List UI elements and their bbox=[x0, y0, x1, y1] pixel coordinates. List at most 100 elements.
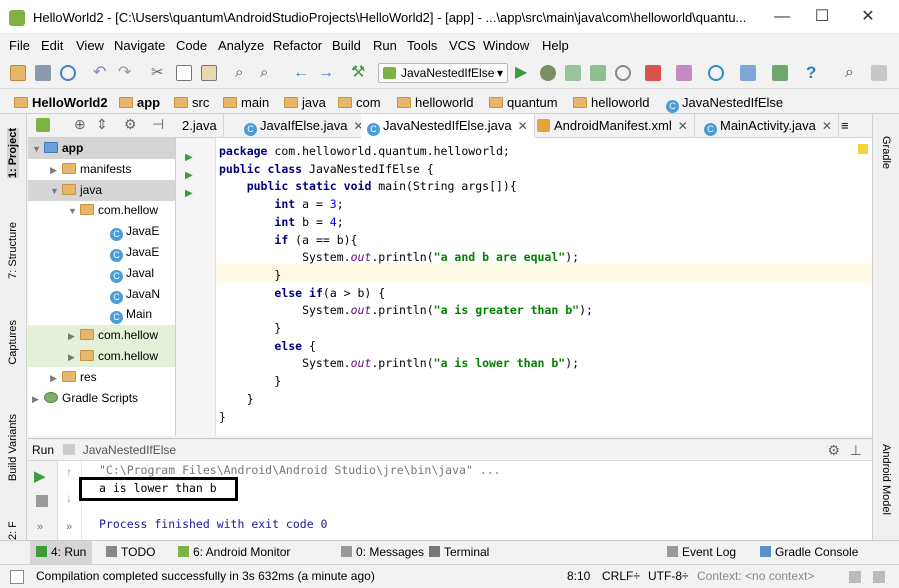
menu-view[interactable]: View bbox=[76, 38, 104, 53]
redo-icon[interactable]: ↷ bbox=[118, 65, 134, 81]
more-actions-icon[interactable]: » bbox=[37, 521, 43, 533]
project-tool-tab[interactable]: 1: Project bbox=[7, 128, 19, 179]
help-icon[interactable]: ? bbox=[806, 64, 822, 81]
hide-panel-icon[interactable]: ⊣ bbox=[152, 116, 164, 133]
run-icon[interactable]: ▶ bbox=[515, 65, 531, 81]
android-view-icon[interactable] bbox=[36, 118, 50, 132]
menu-edit[interactable]: Edit bbox=[41, 38, 63, 53]
make-project-icon[interactable]: ⚒ bbox=[351, 65, 367, 81]
search-everywhere-icon[interactable]: ⌕ bbox=[845, 65, 861, 81]
editor-tab[interactable]: C JavaIfElse.java ✕ bbox=[238, 114, 371, 138]
more-actions-icon[interactable]: » bbox=[66, 521, 72, 533]
editor-tab[interactable]: C MainActivity.java ✕ bbox=[698, 114, 839, 138]
tree-item[interactable]: ▶ res bbox=[28, 367, 175, 389]
tree-item[interactable]: C JavaN bbox=[28, 284, 175, 305]
apply-changes-icon[interactable] bbox=[590, 65, 606, 81]
build-variants-tool-tab[interactable]: Build Variants bbox=[7, 414, 19, 481]
close-tab-icon[interactable]: ✕ bbox=[518, 119, 528, 133]
gear-icon[interactable]: ⚙ bbox=[124, 116, 137, 133]
rerun-icon[interactable] bbox=[615, 65, 631, 81]
lock-icon[interactable] bbox=[849, 571, 861, 583]
menu-tools[interactable]: Tools bbox=[407, 38, 437, 53]
sdk-manager-icon[interactable] bbox=[772, 65, 788, 81]
tree-item[interactable]: ▶ com.hellow bbox=[28, 325, 175, 347]
status-icon[interactable] bbox=[10, 570, 24, 584]
menu-code[interactable]: Code bbox=[176, 38, 207, 53]
bottom-tool-tab[interactable]: TODO bbox=[106, 545, 155, 559]
code-editor[interactable]: ▶ ▶ ▶ package com.helloworld.quantum.hel… bbox=[176, 138, 872, 436]
forward-icon[interactable]: → bbox=[318, 65, 334, 81]
breadcrumb-item[interactable]: main bbox=[223, 95, 269, 110]
tree-item[interactable]: ▼ java bbox=[28, 179, 175, 201]
copy-icon[interactable] bbox=[176, 65, 192, 81]
inspection-status-icon[interactable] bbox=[858, 144, 868, 154]
breadcrumb-item[interactable]: com bbox=[338, 95, 381, 110]
bottom-tool-tab[interactable]: 0: Messages bbox=[341, 545, 424, 559]
expanded-arrow-icon[interactable]: ▼ bbox=[68, 201, 80, 222]
menu-analyze[interactable]: Analyze bbox=[218, 38, 264, 53]
bottom-tool-tab[interactable]: 4: Run bbox=[30, 541, 93, 564]
run-configuration-select[interactable]: JavaNestedIfElse ▾ bbox=[378, 63, 508, 83]
sync-icon[interactable] bbox=[60, 65, 76, 81]
sync-gradle-icon[interactable] bbox=[708, 65, 724, 81]
paste-icon[interactable] bbox=[201, 65, 217, 81]
close-tab-icon[interactable]: ✕ bbox=[678, 119, 688, 133]
rerun-icon[interactable]: ▶ bbox=[34, 467, 46, 485]
save-icon[interactable] bbox=[35, 65, 51, 81]
gear-icon[interactable]: ⚙ bbox=[827, 439, 840, 461]
breadcrumb-item[interactable]: quantum bbox=[489, 95, 558, 110]
breadcrumb-item[interactable]: C JavaNestedIfElse bbox=[666, 95, 783, 113]
structure-tool-tab[interactable]: 7: Structure bbox=[7, 222, 19, 279]
gradle-tool-tab[interactable]: Gradle bbox=[880, 136, 892, 169]
run-class-icon[interactable]: ▶ bbox=[185, 152, 193, 163]
back-icon[interactable]: ← bbox=[293, 65, 309, 81]
bottom-tool-tab[interactable]: Gradle Console bbox=[760, 545, 858, 559]
caret-position[interactable]: 8:10 bbox=[567, 569, 590, 583]
hector-icon[interactable] bbox=[873, 571, 885, 583]
maximize-button[interactable]: ☐ bbox=[799, 4, 845, 30]
tree-item[interactable]: ▶ manifests bbox=[28, 159, 175, 181]
cut-icon[interactable]: ✂ bbox=[151, 65, 167, 81]
tree-item[interactable]: ▼ app bbox=[28, 138, 175, 160]
file-encoding[interactable]: UTF-8÷ bbox=[648, 569, 689, 583]
tree-item[interactable]: C Main bbox=[28, 304, 175, 325]
tabs-overflow-icon[interactable]: ≡ bbox=[841, 118, 849, 133]
close-button[interactable]: ✕ bbox=[845, 4, 891, 30]
tree-item[interactable]: C JavaE bbox=[28, 242, 175, 263]
collapse-icon[interactable]: ⇕ bbox=[96, 116, 108, 133]
down-arrow-icon[interactable]: ↓ bbox=[66, 491, 72, 505]
open-folder-icon[interactable] bbox=[10, 65, 26, 81]
target-icon[interactable]: ⊕ bbox=[74, 116, 86, 133]
breadcrumb-item[interactable]: HelloWorld2 bbox=[14, 95, 108, 110]
bottom-tool-tab[interactable]: Event Log bbox=[667, 545, 736, 559]
favorites-tool-tab[interactable]: 2: Favorites bbox=[7, 522, 19, 540]
attach-debugger-icon[interactable] bbox=[565, 65, 581, 81]
collapsed-arrow-icon[interactable]: ▶ bbox=[50, 160, 62, 181]
debug-icon[interactable] bbox=[540, 65, 556, 81]
line-separator[interactable]: CRLF÷ bbox=[602, 569, 640, 583]
expanded-arrow-icon[interactable]: ▼ bbox=[32, 139, 44, 160]
menu-file[interactable]: File bbox=[9, 38, 30, 53]
run-main-icon[interactable]: ▶ bbox=[185, 188, 193, 199]
collapsed-arrow-icon[interactable]: ▶ bbox=[32, 389, 44, 410]
menu-vcs[interactable]: VCS bbox=[449, 38, 476, 53]
breadcrumb-item[interactable]: src bbox=[174, 95, 209, 110]
breadcrumb-item[interactable]: helloworld bbox=[573, 95, 650, 110]
tree-item[interactable]: ▶ com.hellow bbox=[28, 346, 175, 368]
stop-icon[interactable] bbox=[645, 65, 661, 81]
editor-tab[interactable]: 2.java bbox=[176, 114, 224, 138]
collapsed-arrow-icon[interactable]: ▶ bbox=[68, 347, 80, 368]
run-main-icon[interactable]: ▶ bbox=[185, 170, 193, 181]
up-arrow-icon[interactable]: ↑ bbox=[66, 465, 72, 479]
context-indicator[interactable]: Context: <no context> bbox=[697, 569, 814, 583]
bottom-tool-tab[interactable]: 6: Android Monitor bbox=[178, 545, 290, 559]
tree-item[interactable]: C Javal bbox=[28, 263, 175, 284]
collapsed-arrow-icon[interactable]: ▶ bbox=[50, 368, 62, 389]
hide-panel-icon[interactable]: ⊥ bbox=[850, 439, 862, 461]
find-icon[interactable]: ⌕ bbox=[235, 65, 251, 81]
stop-icon[interactable] bbox=[36, 495, 48, 507]
menu-build[interactable]: Build bbox=[332, 38, 361, 53]
menu-help[interactable]: Help bbox=[542, 38, 569, 53]
menu-run[interactable]: Run bbox=[373, 38, 397, 53]
tree-item[interactable]: ▶ Gradle Scripts bbox=[28, 388, 175, 410]
